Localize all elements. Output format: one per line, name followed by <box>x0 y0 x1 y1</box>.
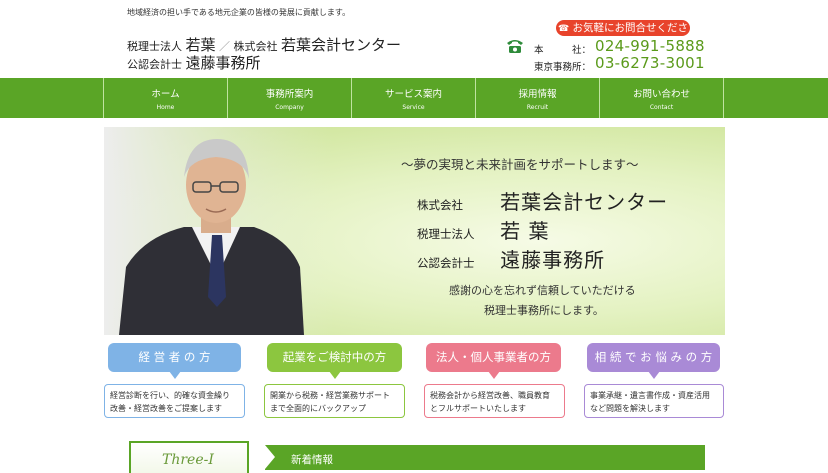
nav-item-service[interactable]: サービス案内 Service <box>352 78 476 118</box>
nav-label: ホーム <box>151 89 180 100</box>
news-title: 新着情報 <box>291 454 333 466</box>
nav-sublabel: Company <box>275 104 304 111</box>
nav-label: 採用情報 <box>518 89 557 100</box>
company-name: 若葉会計センター <box>281 36 402 54</box>
portrait-photo <box>104 127 334 335</box>
card-text: 事業承継・遺言書作成・資産活用 <box>590 391 710 400</box>
firm-name-line-2: 公認会計士 遠藤事務所 <box>127 52 261 73</box>
phone-icon: ☎ <box>557 24 570 34</box>
card-title[interactable]: 起業をご検討中の方 <box>267 343 402 379</box>
nav-item-contact[interactable]: お問い合わせ Contact <box>600 78 724 118</box>
cpa-label: 公認会計士 <box>127 58 182 71</box>
arrow-icon <box>265 445 275 469</box>
nav-sublabel: Home <box>156 104 175 111</box>
nav-sublabel: Recruit <box>526 104 549 111</box>
site-tagline: 地域経済の担い手である地元企業の皆様の発展に貢献します。 <box>127 8 351 17</box>
card-title[interactable]: 相 続 で お 悩 み の 方 <box>587 343 720 379</box>
hero-row-label: 公認会計士 <box>417 256 475 270</box>
main-nav: ホーム Home 事務所案内 Company サービス案内 Service 採用… <box>0 78 828 118</box>
office-name: 遠藤事務所 <box>185 54 261 72</box>
tel-label-tokyo-office: 東京事務所： <box>534 62 592 73</box>
tel-label-head-office: 本 社： <box>534 45 592 56</box>
hero-row-name: 遠藤事務所 <box>500 248 606 272</box>
card-text: とフルサポートいたします <box>430 404 526 413</box>
hero-banner: ～夢の実現と未来計画をサポートします～ 株式会社 若葉会計センター 税理士法人 … <box>104 127 725 335</box>
card-body: 事業承継・遺言書作成・資産活用 など問題を解決します <box>584 384 724 418</box>
hero-row-company: 株式会社 若葉会計センター <box>417 186 668 215</box>
hero-row-label: 税理士法人 <box>417 227 475 241</box>
hero-row-name: 若 葉 <box>500 219 550 243</box>
nav-label: 事務所案内 <box>265 89 314 100</box>
nav-item-recruit[interactable]: 採用情報 Recruit <box>476 78 600 118</box>
card-body: 開業から税務・経営業務サポート まで全面的にバックアップ <box>264 384 405 418</box>
card-title[interactable]: 経 営 者 の 方 <box>108 343 241 379</box>
card-text: まで全面的にバックアップ <box>270 404 366 413</box>
card-text: 改善・経営改善をご提案します <box>110 404 222 413</box>
hero-row-name: 若葉会計センター <box>500 190 669 214</box>
hero-row-label: 株式会社 <box>417 198 463 212</box>
nav-label: お問い合わせ <box>632 89 690 100</box>
hero-row-cpa: 公認会計士 遠藤事務所 <box>417 244 605 273</box>
hero-row-tax-firm: 税理士法人 若 葉 <box>417 215 549 244</box>
hero-message-line-2: 税理士事務所にします。 <box>484 304 604 317</box>
card-body: 経営診断を行い、的確な資金繰り 改善・経営改善をご提案します <box>104 384 245 418</box>
card-text: など問題を解決します <box>590 404 670 413</box>
tel-tokyo-office[interactable]: 03-6273-3001 <box>595 54 705 72</box>
card-body: 税務会計から経営改善、職員教育 とフルサポートいたします <box>424 384 565 418</box>
phone-icon <box>507 40 523 53</box>
nav-item-home[interactable]: ホーム Home <box>104 78 228 118</box>
tel-head-office[interactable]: 024-991-5888 <box>595 37 705 55</box>
card-title[interactable]: 法人・個人事業者の方 <box>426 343 561 379</box>
contact-button[interactable]: ☎ お気軽にお問合せください <box>556 20 690 51</box>
card-text: 開業から税務・経営業務サポート <box>270 391 390 400</box>
hero-tagline: ～夢の実現と未来計画をサポートします～ <box>401 157 639 172</box>
nav-item-company[interactable]: 事務所案内 Company <box>228 78 352 118</box>
nav-sublabel: Service <box>402 104 425 111</box>
card-text: 経営診断を行い、的確な資金繰り <box>110 391 230 400</box>
nav-sublabel: Contact <box>649 104 674 111</box>
card-text: 税務会計から経営改善、職員教育 <box>430 391 550 400</box>
nav-label: サービス案内 <box>384 89 442 100</box>
hero-message-line-1: 感謝の心を忘れず信頼していただける <box>449 284 636 297</box>
